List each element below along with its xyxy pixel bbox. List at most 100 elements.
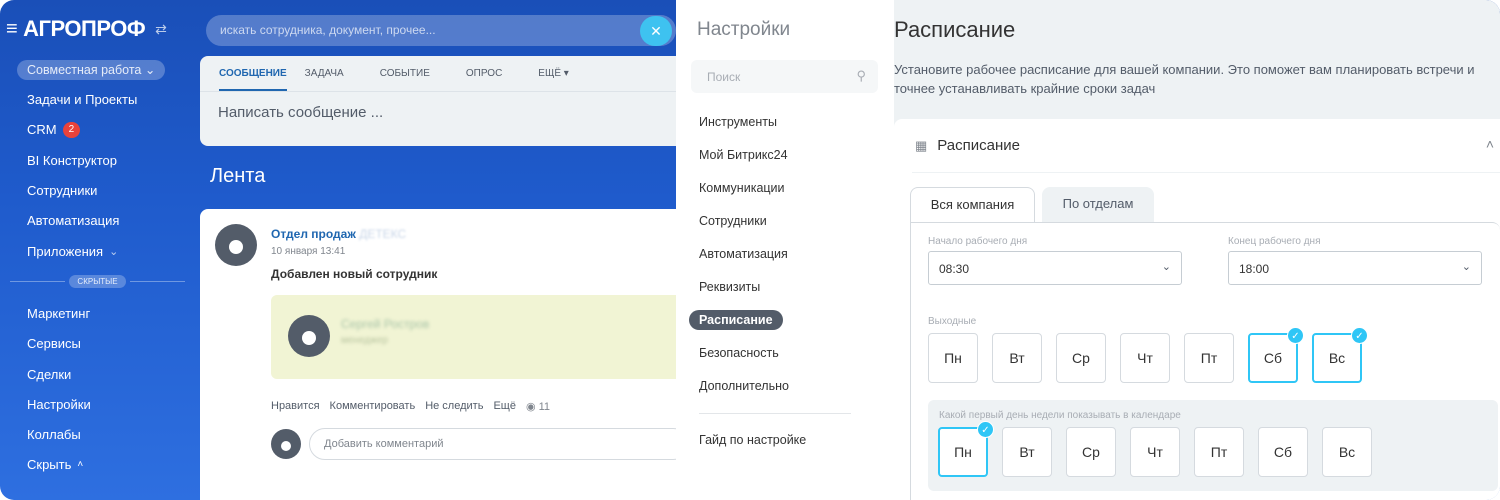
nav-item-label: BI Конструктор: [27, 152, 118, 168]
day-toggle[interactable]: Пн ✓: [938, 421, 994, 477]
day-toggle[interactable]: Ср: [1056, 333, 1106, 383]
nav-item-hide[interactable]: Скрыть ˄: [0, 450, 195, 480]
menu-item-additional[interactable]: Дополнительно: [688, 370, 883, 403]
menu-item-tools[interactable]: Инструменты: [688, 106, 883, 139]
card-title: Расписание: [937, 137, 1020, 154]
tab-all-company[interactable]: Вся компания: [910, 187, 1035, 223]
hidden-label[interactable]: СКРЫТЫЕ: [69, 275, 126, 289]
day-label: Вт: [1019, 444, 1035, 460]
menu-divider: [699, 413, 851, 414]
day-toggle[interactable]: Ср: [1066, 427, 1116, 477]
nav-item-label: Задачи и Проекты: [27, 92, 138, 108]
composer-tabs: СООБЩЕНИЕ ЗАДАЧА СОБЫТИЕ ОПРОС ЕЩЁ ▾: [200, 56, 676, 92]
tab-event[interactable]: СОБЫТИЕ: [380, 56, 448, 91]
day-label: Чт: [1147, 444, 1163, 460]
nav-item-automation[interactable]: Автоматизация: [0, 206, 195, 236]
day-label: Сб: [1273, 444, 1293, 460]
day-toggle[interactable]: Вс ✓: [1312, 327, 1368, 383]
menu-item-requisites[interactable]: Реквизиты: [688, 271, 883, 304]
day-label: Сб: [1263, 350, 1283, 366]
menu-item-employees[interactable]: Сотрудники: [688, 205, 883, 238]
menu-item-automation[interactable]: Автоматизация: [688, 238, 883, 271]
nav-item-marketing[interactable]: Маркетинг: [0, 299, 195, 329]
close-icon[interactable]: ✕: [640, 16, 672, 46]
start-time-select[interactable]: 08:30 ⌄: [928, 251, 1182, 285]
avatar[interactable]: [215, 224, 257, 266]
tab-more[interactable]: ЕЩЁ ▾: [538, 56, 587, 91]
unfollow-button[interactable]: Не следить: [425, 400, 483, 413]
chevron-up-icon[interactable]: ˄: [1486, 136, 1494, 152]
menu-item-security[interactable]: Безопасность: [688, 337, 883, 370]
comment-button[interactable]: Комментировать: [330, 400, 416, 413]
day-label: Пт: [1210, 444, 1228, 460]
menu-item-my-bitrix[interactable]: Мой Битрикс24: [688, 139, 883, 172]
eye-icon: ◉: [525, 401, 536, 413]
end-time-value: 18:00: [1239, 262, 1270, 276]
nav-item-crm[interactable]: CRM 2: [0, 115, 195, 145]
chevron-down-icon: ⌄: [109, 245, 119, 258]
day-toggle[interactable]: Пт: [1184, 333, 1234, 383]
employee-role: менеджер: [341, 335, 388, 346]
day-label: Вс: [1328, 350, 1346, 366]
divider: [912, 172, 1500, 173]
day-toggle[interactable]: Вт: [1002, 427, 1052, 477]
nav-item-settings[interactable]: Настройки: [0, 390, 195, 420]
feed-post: Отдел продаж ДЕТЕКС 10 января 13:41 Доба…: [200, 209, 689, 500]
schedule-card-header[interactable]: ▦ Расписание: [915, 137, 1020, 154]
nav-item-label: CRM: [27, 122, 57, 138]
message-input[interactable]: Написать сообщение ...: [200, 92, 676, 133]
search-placeholder: Поиск: [707, 70, 741, 84]
menu-item-schedule-label: Расписание: [689, 310, 783, 330]
post-composer: СООБЩЕНИЕ ЗАДАЧА СОБЫТИЕ ОПРОС ЕЩЁ ▾ Нап…: [200, 56, 676, 146]
day-toggle[interactable]: Сб: [1258, 427, 1308, 477]
first-day-panel: Какой первый день недели показывать в ка…: [928, 400, 1498, 491]
end-time-select[interactable]: 18:00 ⌄: [1228, 251, 1482, 285]
day-toggle[interactable]: Вс: [1322, 427, 1372, 477]
post-author[interactable]: Отдел продаж ДЕТЕКС: [271, 227, 406, 241]
tab-message[interactable]: СООБЩЕНИЕ: [219, 56, 287, 91]
settings-search-input[interactable]: Поиск ⚲: [691, 60, 878, 93]
day-label: Вт: [1009, 350, 1025, 366]
like-button[interactable]: Нравится: [271, 400, 320, 413]
menu-item-guide[interactable]: Гайд по настройке: [688, 424, 883, 457]
logo[interactable]: ≡ АГРОПРОФ ⇄: [6, 16, 167, 42]
swap-icon[interactable]: ⇄: [155, 21, 167, 38]
settings-sidebar: Настройки Поиск ⚲ Инструменты Мой Битрик…: [676, 0, 894, 500]
day-label: Вс: [1338, 444, 1356, 460]
screen: ≡ АГРОПРОФ ⇄ искать сотрудника, документ…: [0, 0, 1500, 500]
day-toggle[interactable]: Пн: [928, 333, 978, 383]
day-toggle[interactable]: Чт: [1120, 333, 1170, 383]
tab-poll[interactable]: ОПРОС: [466, 56, 520, 91]
post-date[interactable]: 10 января 13:41: [271, 246, 345, 257]
first-day-label: Какой первый день недели показывать в ка…: [939, 410, 1181, 421]
tab-by-department[interactable]: По отделам: [1042, 187, 1154, 223]
tab-task[interactable]: ЗАДАЧА: [305, 56, 362, 91]
comment-input[interactable]: Добавить комментарий: [309, 428, 689, 460]
nav-item-employees[interactable]: Сотрудники: [0, 176, 195, 206]
nav-item-apps[interactable]: Приложения ⌄: [0, 236, 195, 266]
post-author-name: Отдел продаж: [271, 227, 356, 241]
nav-item-deals[interactable]: Сделки: [0, 359, 195, 389]
more-button[interactable]: Ещё: [493, 400, 516, 413]
day-toggle[interactable]: Сб ✓: [1248, 327, 1304, 383]
chevron-down-icon: ⌄: [1461, 261, 1471, 273]
employee-card[interactable]: Сергей Ростров менеджер: [271, 295, 676, 379]
nav-item-bi[interactable]: BI Конструктор: [0, 146, 195, 176]
day-toggle[interactable]: Пт: [1194, 427, 1244, 477]
nav-item-label: Автоматизация: [27, 213, 120, 229]
day-toggle[interactable]: Чт: [1130, 427, 1180, 477]
nav-item-services[interactable]: Сервисы: [0, 329, 195, 359]
avatar: [271, 429, 301, 459]
nav-group-collaboration[interactable]: Совместная работа ⌄: [17, 60, 166, 80]
employee-name: Сергей Ростров: [341, 317, 430, 331]
menu-icon[interactable]: ≡: [6, 18, 18, 41]
nav-item-collabs[interactable]: Коллабы: [0, 420, 195, 450]
settings-panel: Настройки Поиск ⚲ Инструменты Мой Битрик…: [676, 0, 1500, 500]
menu-item-schedule[interactable]: Расписание: [688, 304, 883, 337]
search-input[interactable]: искать сотрудника, документ, прочее...: [206, 15, 676, 46]
day-toggle[interactable]: Вт: [992, 333, 1042, 383]
nav-item-label: Скрыть: [27, 457, 72, 473]
nav-item-tasks[interactable]: Задачи и Проекты: [0, 85, 195, 115]
day-label: Пн: [954, 444, 972, 460]
menu-item-communications[interactable]: Коммуникации: [688, 172, 883, 205]
